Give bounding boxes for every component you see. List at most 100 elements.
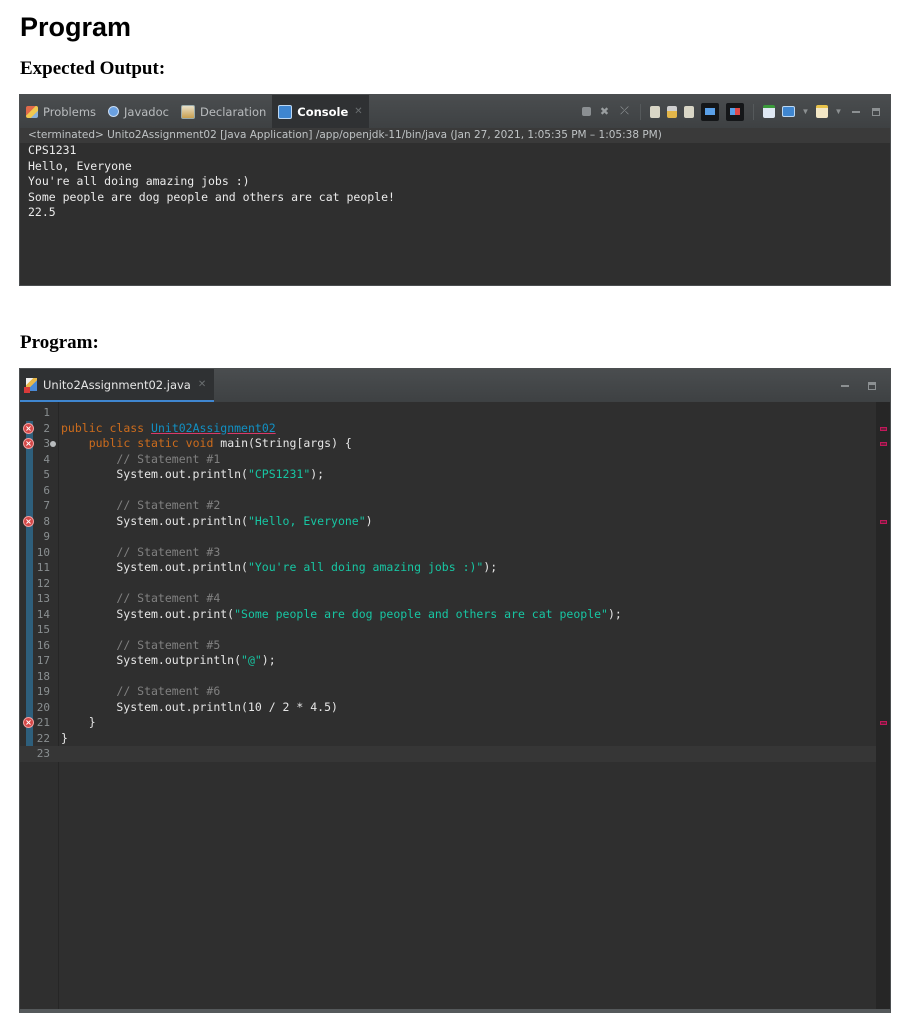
- console-output-line: Hello, Everyone: [28, 158, 132, 173]
- editor-tab-bar: Unito2Assignment02.java ✕: [20, 369, 890, 402]
- code-line[interactable]: 23: [20, 746, 876, 762]
- overview-error-mark[interactable]: [880, 426, 887, 431]
- scroll-lock-icon[interactable]: [667, 105, 677, 118]
- code-line[interactable]: 10 // Statement #3: [20, 545, 876, 561]
- code-line[interactable]: 20 System.out.println(10 / 2 * 4.5): [20, 700, 876, 716]
- overview-error-mark[interactable]: [880, 721, 887, 725]
- line-number: 2: [43, 421, 50, 435]
- show-console-on-error-icon[interactable]: [726, 102, 744, 121]
- line-number: 20: [36, 700, 50, 714]
- maximize-icon[interactable]: [869, 105, 882, 118]
- code-text: // Statement #5: [116, 637, 221, 652]
- code-text: // Statement #1: [116, 451, 221, 466]
- line-number: 11: [36, 561, 50, 574]
- code-text: }: [61, 715, 96, 729]
- line-number: 6: [43, 483, 50, 497]
- clear-console-icon[interactable]: [650, 105, 660, 118]
- code-line[interactable]: 3 × public static void main(String[args) …: [20, 436, 876, 452]
- error-marker-icon[interactable]: ×: [23, 515, 34, 527]
- chevron-down-icon[interactable]: ▼: [835, 105, 843, 118]
- tab-javadoc[interactable]: Javadoc: [102, 95, 175, 128]
- line-number: 14: [36, 607, 50, 621]
- line-number: 10: [36, 545, 50, 559]
- overview-error-mark[interactable]: [880, 442, 887, 446]
- minimize-icon[interactable]: [838, 379, 851, 392]
- minimize-icon[interactable]: [849, 105, 862, 118]
- code-text: public class Unit02Assignment02: [61, 420, 276, 435]
- line-number: 17: [36, 654, 50, 667]
- code-text: System.out.print("Some people are dog pe…: [61, 606, 622, 621]
- line-number: 21: [36, 716, 50, 729]
- code-line[interactable]: 16 // Statement #5: [20, 638, 876, 654]
- chevron-down-icon[interactable]: ▼: [802, 105, 810, 118]
- code-text-area[interactable]: 1 2 × public class Unit02Assignment02 3 × pub…: [20, 405, 876, 762]
- code-text: // Statement #6: [116, 684, 221, 698]
- code-line[interactable]: 7 // Statement #2: [20, 498, 876, 514]
- terminate-icon[interactable]: [582, 107, 591, 116]
- code-line[interactable]: 12: [20, 576, 876, 592]
- maximize-icon[interactable]: [865, 379, 878, 392]
- error-marker-icon[interactable]: ×: [23, 438, 34, 449]
- overview-error-mark[interactable]: [880, 519, 887, 524]
- code-line[interactable]: 2 × public class Unit02Assignment02: [20, 421, 876, 437]
- tab-label: Problems: [43, 104, 97, 119]
- code-text: // Statement #2: [116, 498, 221, 512]
- pin-console-icon[interactable]: [701, 102, 719, 121]
- console-output-area[interactable]: <terminated> Unito2Assignment02 [Java Ap…: [20, 128, 890, 285]
- code-line[interactable]: 4 // Statement #1: [20, 452, 876, 468]
- remove-launch-icon[interactable]: ✖: [598, 105, 611, 118]
- console-output-line: CPS1231: [28, 143, 77, 157]
- code-line[interactable]: 17 System.outprintln("@");: [20, 653, 876, 669]
- fold-toggle-icon[interactable]: [50, 441, 56, 447]
- remove-all-terminated-icon[interactable]: ⤫: [618, 105, 631, 118]
- code-text: System.out.println("You're all doing ama…: [61, 560, 498, 574]
- line-number: 13: [36, 592, 50, 605]
- code-line[interactable]: 13 // Statement #4: [20, 591, 876, 607]
- error-marker-icon[interactable]: ×: [23, 422, 34, 434]
- line-number: 1: [43, 406, 50, 419]
- code-text: System.out.println("CPS1231");: [61, 467, 325, 481]
- code-text: public static void main(String[args) {: [88, 436, 352, 450]
- close-tab-icon[interactable]: ✕: [354, 106, 362, 117]
- java-file-error-icon: [24, 378, 37, 393]
- code-text: }: [61, 730, 68, 745]
- code-line[interactable]: 9: [20, 529, 876, 545]
- code-text: System.out.println("Hello, Everyone"): [61, 513, 373, 528]
- open-console-icon[interactable]: [816, 105, 828, 118]
- code-line[interactable]: 6: [20, 483, 876, 499]
- editor-window-controls: [838, 369, 878, 402]
- overview-ruler[interactable]: [876, 402, 890, 1009]
- code-line[interactable]: 11 System.out.println("You're all doing …: [20, 560, 876, 576]
- code-text: // Statement #3: [116, 544, 221, 559]
- code-line[interactable]: 1: [20, 405, 876, 421]
- file-tab-label: Unito2Assignment02.java: [43, 377, 191, 392]
- program-heading: Program:: [20, 332, 99, 353]
- line-number: 15: [36, 623, 50, 636]
- line-number: 3: [43, 437, 50, 450]
- code-line[interactable]: 18: [20, 669, 876, 685]
- error-marker-icon[interactable]: ×: [23, 717, 34, 728]
- line-number: 19: [36, 685, 50, 698]
- tab-declaration[interactable]: Declaration: [175, 95, 272, 128]
- code-line[interactable]: 8 × System.out.println("Hello, Everyone"): [20, 514, 876, 530]
- editor-file-tab[interactable]: Unito2Assignment02.java ✕: [20, 369, 215, 402]
- code-line[interactable]: 19 // Statement #6: [20, 684, 876, 700]
- tab-problems[interactable]: Problems: [20, 95, 102, 128]
- code-line[interactable]: 22}: [20, 731, 876, 747]
- tab-console[interactable]: Console ✕: [272, 95, 369, 128]
- new-console-icon[interactable]: [763, 105, 775, 118]
- close-tab-icon[interactable]: ✕: [198, 379, 206, 390]
- line-number: 18: [36, 669, 50, 683]
- console-status-line: <terminated> Unito2Assignment02 [Java Ap…: [20, 128, 890, 143]
- console-panel: Problems Javadoc Declaration Console ✕ ✖…: [19, 94, 891, 286]
- editor-body[interactable]: 1 2 × public class Unit02Assignment02 3 × pub…: [20, 402, 890, 1009]
- code-line[interactable]: 21 × }: [20, 715, 876, 731]
- code-line[interactable]: 15: [20, 622, 876, 638]
- display-selected-console-icon[interactable]: [782, 106, 795, 117]
- code-line[interactable]: 5 System.out.println("CPS1231");: [20, 467, 876, 483]
- code-line[interactable]: 14 System.out.print("Some people are dog…: [20, 607, 876, 623]
- code-text: // Statement #4: [116, 591, 221, 605]
- code-text: System.out.println(10 / 2 * 4.5): [61, 699, 338, 714]
- line-number: 5: [43, 468, 50, 481]
- word-wrap-icon[interactable]: [684, 105, 694, 118]
